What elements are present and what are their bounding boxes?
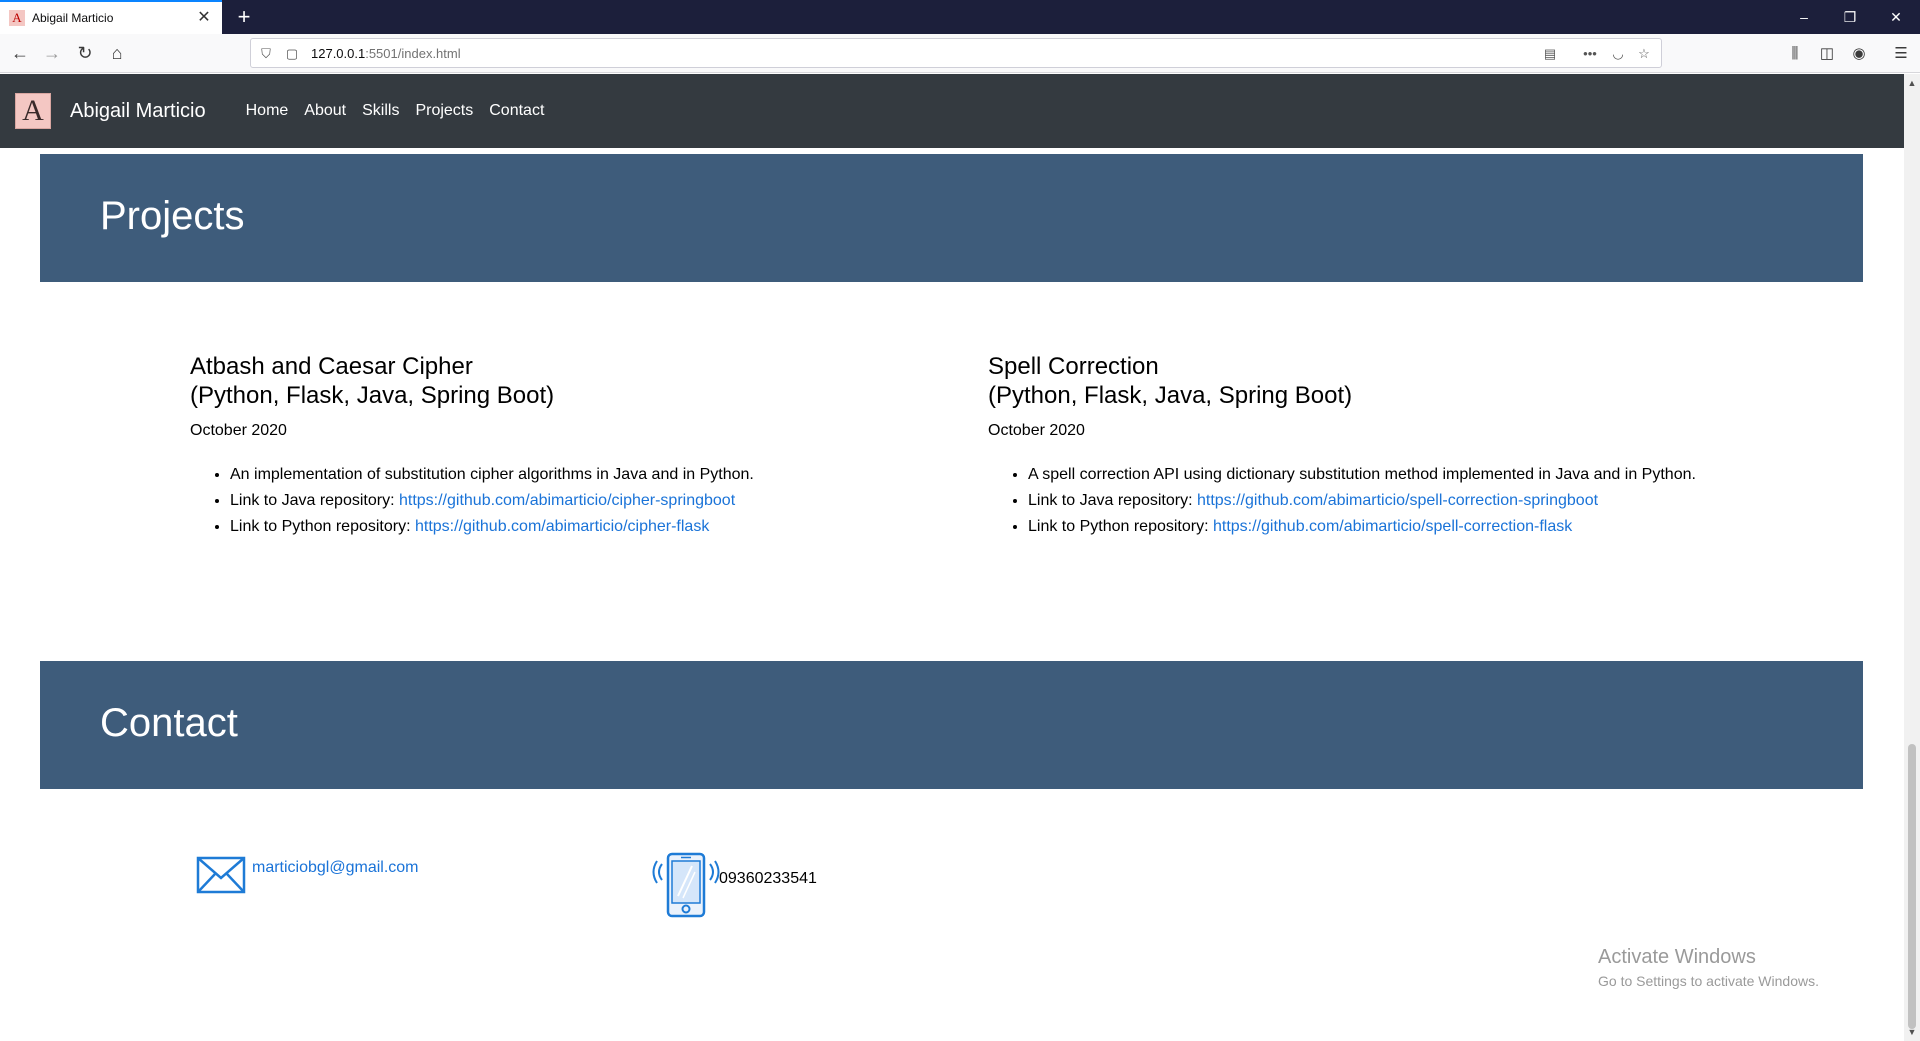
activate-windows-watermark: Activate Windows Go to Settings to activ… xyxy=(1598,946,1819,989)
nav-link-projects[interactable]: Projects xyxy=(415,102,473,120)
list-item: A spell correction API using dictionary … xyxy=(1028,462,1696,488)
page-icon[interactable]: ▢ xyxy=(283,45,301,63)
projects-section-header: Projects xyxy=(40,154,1863,282)
projects-heading: Projects xyxy=(100,194,245,238)
browser-tab-strip: A Abigail Marticio ✕ + – ❐ ✕ xyxy=(0,0,1920,34)
new-tab-icon[interactable]: + xyxy=(230,3,258,31)
project-card: Spell Correction (Python, Flask, Java, S… xyxy=(988,352,1696,540)
project-date: October 2020 xyxy=(988,422,1085,439)
pocket-icon[interactable]: ◡ xyxy=(1609,45,1627,63)
reload-icon[interactable]: ↻ xyxy=(71,39,99,67)
java-repo-link[interactable]: https://github.com/abimarticio/spell-cor… xyxy=(1197,492,1598,509)
project-card: Atbash and Caesar Cipher (Python, Flask,… xyxy=(190,352,754,540)
project-bullets: An implementation of substitution cipher… xyxy=(230,462,754,540)
python-repo-link[interactable]: https://github.com/abimarticio/spell-cor… xyxy=(1213,518,1572,535)
java-repo-link[interactable]: https://github.com/abimarticio/cipher-sp… xyxy=(399,492,735,509)
list-item: Link to Java repository: https://github.… xyxy=(230,488,754,514)
site-nav-links: Home About Skills Projects Contact xyxy=(246,102,561,120)
contact-heading: Contact xyxy=(100,701,238,745)
nav-link-contact[interactable]: Contact xyxy=(489,102,544,120)
page-viewport: A Abigail Marticio Home About Skills Pro… xyxy=(0,74,1904,1041)
restore-icon[interactable]: ❐ xyxy=(1828,0,1872,34)
close-window-icon[interactable]: ✕ xyxy=(1874,0,1918,34)
page-scrollbar[interactable]: ▲ ▼ xyxy=(1904,74,1920,1041)
project-title: Spell Correction (Python, Flask, Java, S… xyxy=(988,353,1353,409)
forward-icon[interactable]: → xyxy=(38,39,66,67)
nav-link-home[interactable]: Home xyxy=(246,102,289,120)
nav-link-about[interactable]: About xyxy=(304,102,346,120)
contact-email-row: marticiobgl@gmail.com xyxy=(196,854,419,894)
watermark-subtitle: Go to Settings to activate Windows. xyxy=(1598,973,1819,989)
envelope-icon xyxy=(196,856,246,894)
back-icon[interactable]: ← xyxy=(6,39,34,67)
contact-section-header: Contact xyxy=(40,661,1863,789)
list-item: Link to Java repository: https://github.… xyxy=(1028,488,1696,514)
browser-toolbar: ← → ↻ ⌂ ⛉ ▢ 127.0.0.1:5501/index.html ▤ … xyxy=(0,34,1920,73)
python-repo-link[interactable]: https://github.com/abimarticio/cipher-fl… xyxy=(415,518,709,535)
tab-title: Abigail Marticio xyxy=(32,11,114,25)
scroll-down-icon[interactable]: ▼ xyxy=(1904,1025,1920,1039)
nav-link-skills[interactable]: Skills xyxy=(362,102,399,120)
scroll-up-icon[interactable]: ▲ xyxy=(1904,76,1920,90)
list-item: Link to Python repository: https://githu… xyxy=(230,514,754,540)
reader-view-icon[interactable]: ▤ xyxy=(1541,45,1559,63)
site-navbar: A Abigail Marticio Home About Skills Pro… xyxy=(0,74,1904,148)
minimize-icon[interactable]: – xyxy=(1782,0,1826,34)
shield-icon[interactable]: ⛉ xyxy=(257,45,275,63)
list-item: Link to Python repository: https://githu… xyxy=(1028,514,1696,540)
project-date: October 2020 xyxy=(190,422,287,439)
phone-number: 09360233541 xyxy=(719,870,817,887)
bookmark-star-icon[interactable]: ☆ xyxy=(1635,45,1653,63)
email-link[interactable]: marticiobgl@gmail.com xyxy=(252,859,419,877)
tab-favicon-icon: A xyxy=(9,10,25,26)
phone-icon xyxy=(652,852,720,918)
more-actions-icon[interactable]: ••• xyxy=(1581,45,1599,63)
library-icon[interactable]: ⫼ xyxy=(1784,43,1806,65)
sidebar-icon[interactable]: ◫ xyxy=(1816,43,1838,65)
scrollbar-thumb[interactable] xyxy=(1908,744,1916,1029)
close-tab-icon[interactable]: ✕ xyxy=(194,8,214,28)
url-bar[interactable]: ⛉ ▢ 127.0.0.1:5501/index.html ▤ ••• ◡ ☆ xyxy=(250,38,1662,68)
url-text[interactable]: 127.0.0.1:5501/index.html xyxy=(311,46,461,61)
browser-tab[interactable]: A Abigail Marticio ✕ xyxy=(0,0,222,34)
contact-phone-row: 09360233541 xyxy=(652,852,817,918)
project-title: Atbash and Caesar Cipher (Python, Flask,… xyxy=(190,353,555,409)
menu-icon[interactable]: ☰ xyxy=(1890,43,1912,65)
site-brand[interactable]: Abigail Marticio xyxy=(70,100,206,123)
site-logo[interactable]: A xyxy=(15,93,51,129)
project-bullets: A spell correction API using dictionary … xyxy=(1028,462,1696,540)
watermark-title: Activate Windows xyxy=(1598,946,1756,968)
account-icon[interactable]: ◉ xyxy=(1848,43,1870,65)
home-icon[interactable]: ⌂ xyxy=(103,39,131,67)
list-item: An implementation of substitution cipher… xyxy=(230,462,754,488)
